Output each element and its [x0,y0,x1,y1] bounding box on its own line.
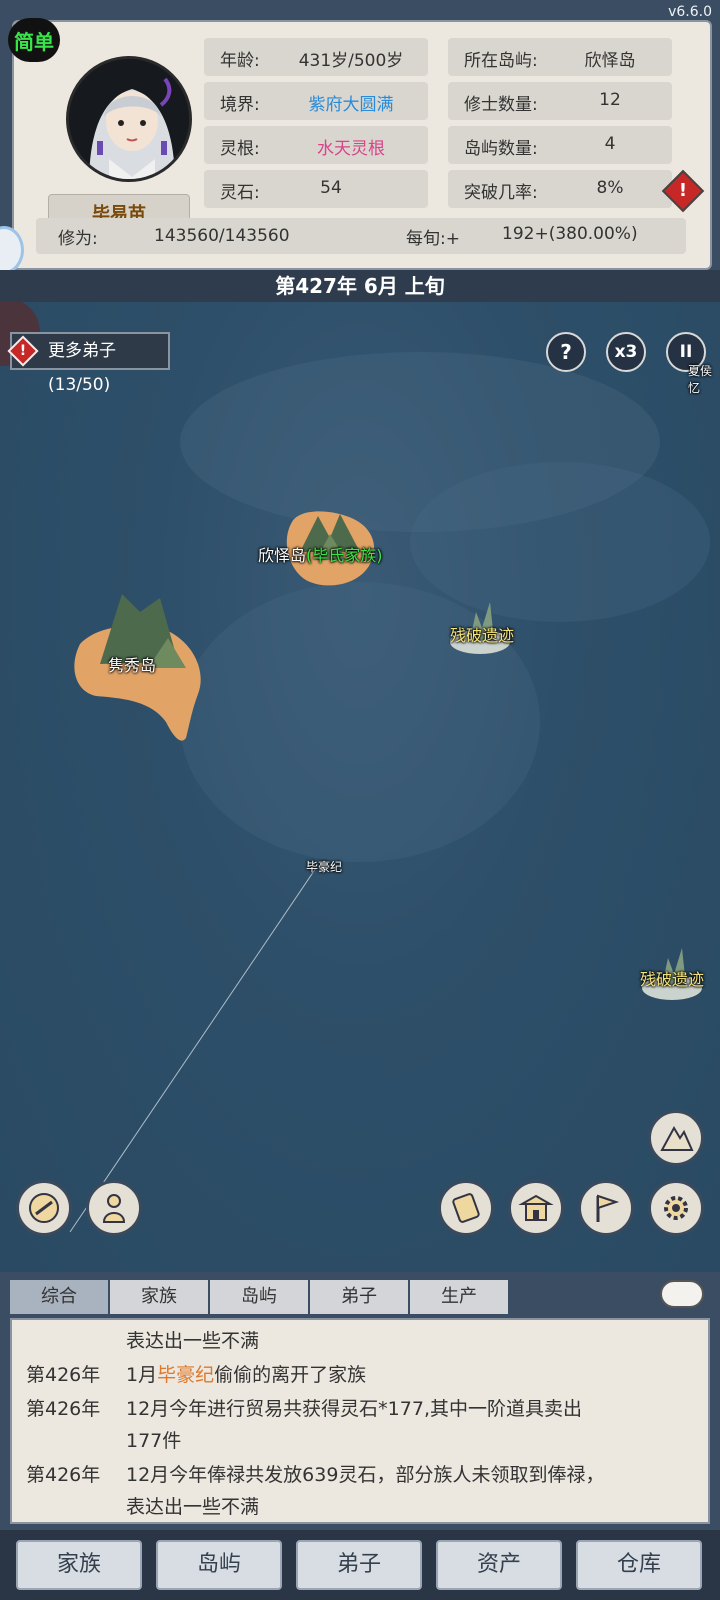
character-panel: v6.6.0 毕易苗 年龄: 431岁/500岁 境界: 紫府大圆满 灵根: 水… [0,0,720,274]
character-card: 毕易苗 年龄: 431岁/500岁 境界: 紫府大圆满 灵根: 水天灵根 灵石:… [12,20,712,270]
gear-icon [664,1196,688,1220]
stat-root: 灵根: 水天灵根 [204,126,428,164]
scroll-icon [452,1193,480,1223]
realm-label: 境界: [220,95,260,115]
stones-value: 54 [320,178,342,198]
log-line-cont: 177件 [126,1430,182,1452]
traveler-label[interactable]: 毕豪纪 [306,858,342,875]
bottom-nav: 家族 岛屿 弟子 资产 仓库 [0,1530,720,1600]
realm-value: 紫府大圆满 [308,95,394,115]
islands-count-label: 岛屿数量: [464,139,538,159]
settings-button[interactable] [648,1180,704,1236]
hall-button[interactable] [508,1180,564,1236]
tab-islands[interactable]: 岛屿 [210,1280,308,1314]
log-panel: 综合 家族 岛屿 弟子 生产 表达出一些不满 第426年 1月毕豪纪偷偷的离开了… [0,1272,720,1530]
stat-island: 所在岛屿: 欣怿岛 [448,38,672,76]
tab-family[interactable]: 家族 [110,1280,208,1314]
breakthrough-label: 突破几率: [464,183,538,203]
per-period-value: 192+(380.00%) [502,224,638,244]
difficulty-badge: 简单 [8,18,60,62]
sea-map[interactable]: ! 更多弟子(13/50) ? x3 II 夏侯忆 欣怿岛(毕氏家族) 隽秀岛 … [0,302,720,1272]
stones-label: 灵石: [220,183,260,203]
mountain-button[interactable] [648,1110,704,1166]
log-year: 第426年 [26,1398,101,1420]
tab-production[interactable]: 生产 [410,1280,508,1314]
speed-button[interactable]: x3 [606,332,646,372]
stat-age: 年龄: 431岁/500岁 [204,38,428,76]
flag-icon [596,1194,620,1222]
version-label: v6.6.0 [668,4,712,20]
nav-islands[interactable]: 岛屿 [156,1540,282,1590]
help-button[interactable]: ? [546,332,586,372]
breakthrough-value: 8% [596,178,624,198]
log-line-cont: 表达出一些不满 [126,1330,260,1352]
island-main-label[interactable]: 欣怿岛(毕氏家族) [258,542,383,566]
island-main-name: 欣怿岛 [258,546,307,565]
islands-count-value: 4 [604,134,616,154]
temple-icon [518,1194,554,1221]
character-avatar[interactable] [66,56,192,182]
edge-character-label[interactable]: 夏侯忆 [688,362,720,396]
nav-warehouse[interactable]: 仓库 [576,1540,702,1590]
age-label: 年龄: [220,51,260,71]
log-entry: 12月今年进行贸易共获得灵石*177,其中一阶道具卖出 [126,1398,582,1420]
character-button[interactable] [86,1180,142,1236]
log-line-cont: 表达出一些不满 [126,1496,260,1518]
age-value: 431岁/500岁 [298,51,404,71]
nav-disciples[interactable]: 弟子 [296,1540,422,1590]
tab-disciples[interactable]: 弟子 [310,1280,408,1314]
tab-overview[interactable]: 综合 [10,1280,108,1314]
ruin-1-label[interactable]: 残破遗迹 [450,622,514,646]
log-entry: 12月今年俸禄共发放639灵石，部分族人未领取到俸禄， [126,1464,605,1486]
scroll-button[interactable] [438,1180,494,1236]
flag-button[interactable] [578,1180,634,1236]
stat-realm: 境界: 紫府大圆满 [204,82,428,120]
cultivators-label: 修士数量: [464,95,538,115]
log-person-name[interactable]: 毕豪纪 [157,1364,214,1386]
log-year: 第426年 [26,1464,101,1486]
xiuwei-value: 143560/143560 [154,226,290,246]
nav-family[interactable]: 家族 [16,1540,142,1590]
mountain-icon [660,1125,694,1151]
map-background [0,302,710,1233]
root-label: 灵根: [220,139,260,159]
stat-breakthrough: 突破几率: 8% [448,170,672,208]
nav-assets[interactable]: 资产 [436,1540,562,1590]
mascot-icon[interactable] [660,1280,704,1308]
ruin-2-label[interactable]: 残破遗迹 [640,966,704,990]
island-main-family: (毕氏家族) [306,546,383,565]
cultivators-value: 12 [599,90,621,110]
game-date: 第427年 6月 上旬 [0,270,720,302]
stat-islands-count: 岛屿数量: 4 [448,126,672,164]
island-value: 欣怿岛 [584,51,636,71]
log-year: 第426年 [26,1364,101,1386]
compass-icon [29,1193,59,1223]
log-entry: 1月毕豪纪偷偷的离开了家族 [126,1360,366,1387]
per-period-label: 每旬:+ [406,229,460,249]
stat-stones: 灵石: 54 [204,170,428,208]
xiuwei-label: 修为: [58,229,98,249]
person-icon [102,1194,126,1223]
island-label: 所在岛屿: [464,51,538,71]
log-month: 1月 [126,1364,158,1386]
travel-route [69,867,317,1233]
log-list[interactable]: 表达出一些不满 第426年 1月毕豪纪偷偷的离开了家族 第426年 12月今年进… [10,1318,710,1524]
stat-cultivators: 修士数量: 12 [448,82,672,120]
log-message: 偷偷的离开了家族 [214,1364,367,1386]
avatar-portrait-icon [69,59,189,179]
compass-button[interactable] [16,1180,72,1236]
xiuwei-row: 修为: 143560/143560 每旬:+ 192+(380.00%) [36,218,686,254]
root-value: 水天灵根 [317,139,385,159]
island-west-label[interactable]: 隽秀岛 [108,652,156,676]
